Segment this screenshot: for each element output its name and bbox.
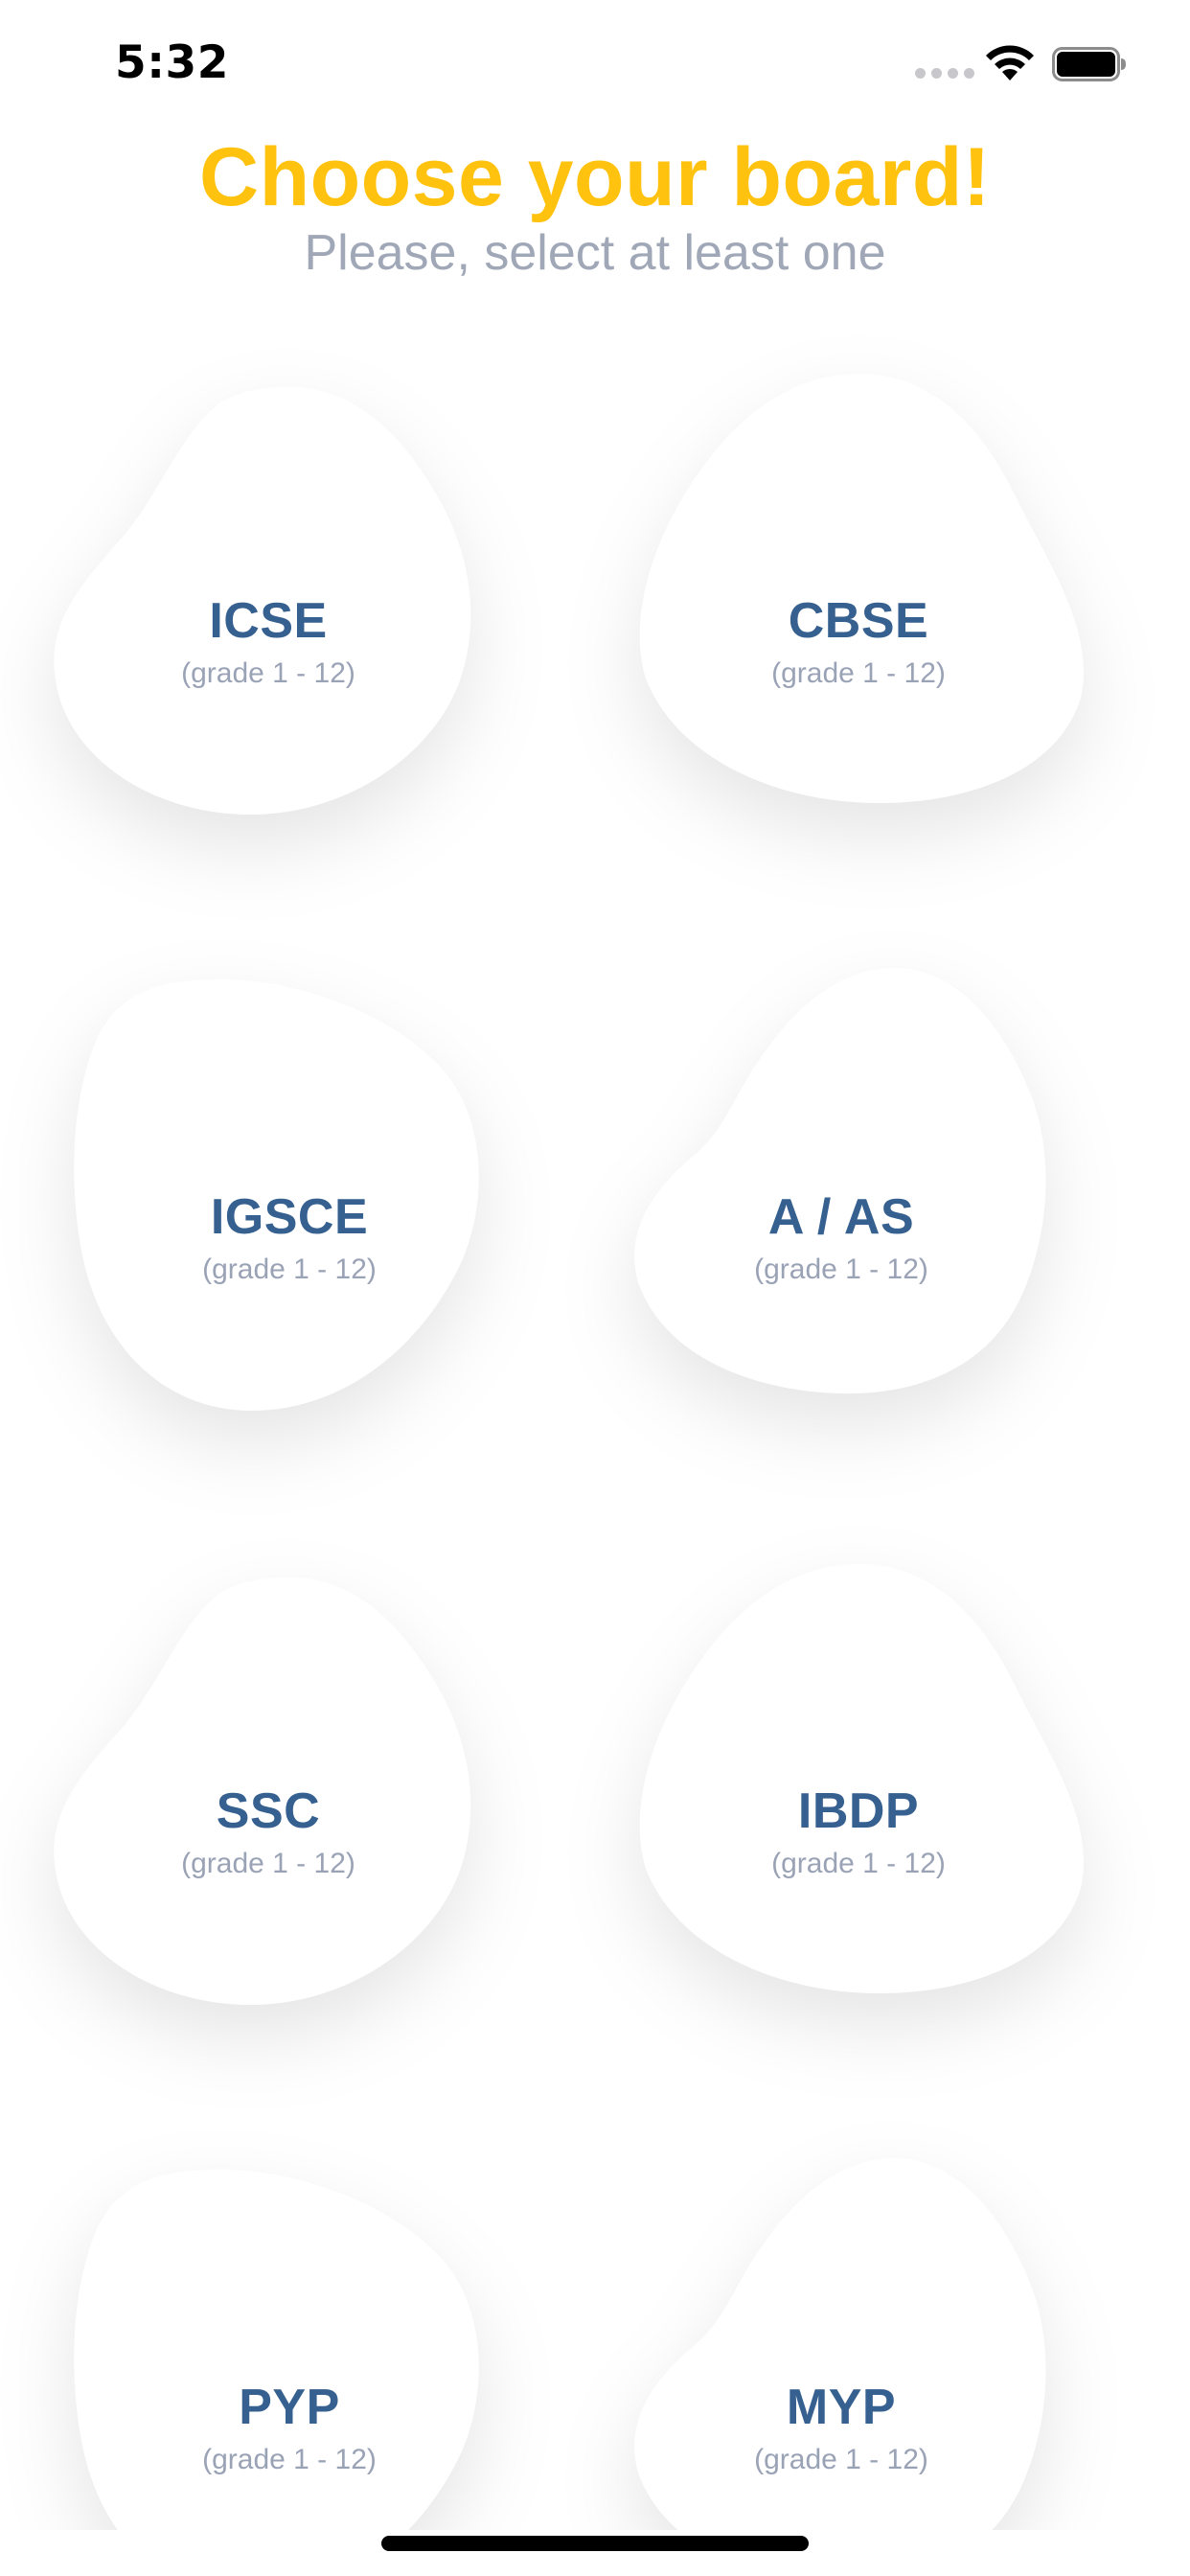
board-option-ssc[interactable]: SSC (grade 1 - 12)	[38, 1564, 498, 2024]
board-option-myp[interactable]: MYP (grade 1 - 12)	[611, 2147, 1071, 2576]
board-label: IBDP (grade 1 - 12)	[629, 1782, 1088, 1880]
board-grade: (grade 1 - 12)	[771, 1848, 946, 1879]
board-grade: (grade 1 - 12)	[771, 657, 946, 689]
board-name: MYP	[786, 2380, 897, 2435]
board-label: SSC (grade 1 - 12)	[38, 1782, 498, 1880]
board-name: CBSE	[788, 593, 929, 649]
board-option-icse[interactable]: ICSE (grade 1 - 12)	[38, 374, 498, 834]
board-grade: (grade 1 - 12)	[754, 2444, 928, 2475]
home-indicator[interactable]	[381, 2536, 809, 2551]
board-label: A / AS (grade 1 - 12)	[611, 1188, 1071, 1286]
board-grade: (grade 1 - 12)	[202, 1254, 377, 1285]
board-option-ibdp[interactable]: IBDP (grade 1 - 12)	[629, 1552, 1088, 2012]
board-label: MYP (grade 1 - 12)	[611, 2379, 1071, 2476]
board-grade: (grade 1 - 12)	[202, 2444, 377, 2475]
board-name: PYP	[239, 2380, 340, 2435]
board-name: A / AS	[767, 1189, 915, 1245]
board-label: PYP (grade 1 - 12)	[59, 2379, 519, 2476]
blob-shape	[634, 2158, 1046, 2576]
board-name: IGSCE	[210, 1189, 369, 1245]
blob-shape	[74, 2169, 479, 2576]
board-label: ICSE (grade 1 - 12)	[38, 592, 498, 690]
board-label: CBSE (grade 1 - 12)	[629, 592, 1088, 690]
board-grade: (grade 1 - 12)	[181, 657, 355, 689]
board-grade: (grade 1 - 12)	[754, 1254, 928, 1285]
board-option-igsce[interactable]: IGSCE (grade 1 - 12)	[59, 968, 519, 1428]
board-option-cbse[interactable]: CBSE (grade 1 - 12)	[629, 362, 1088, 822]
board-grid: ICSE (grade 1 - 12) CBSE (grade 1 - 12) …	[0, 0, 1190, 2576]
board-name: IBDP	[797, 1783, 920, 1839]
board-grade: (grade 1 - 12)	[181, 1848, 355, 1879]
board-label: IGSCE (grade 1 - 12)	[59, 1188, 519, 1286]
board-name: SSC	[216, 1783, 321, 1839]
blob-shape	[634, 968, 1046, 1394]
board-option-a-as[interactable]: A / AS (grade 1 - 12)	[611, 956, 1071, 1416]
board-option-pyp[interactable]: PYP (grade 1 - 12)	[59, 2158, 519, 2576]
board-name: ICSE	[209, 593, 328, 649]
